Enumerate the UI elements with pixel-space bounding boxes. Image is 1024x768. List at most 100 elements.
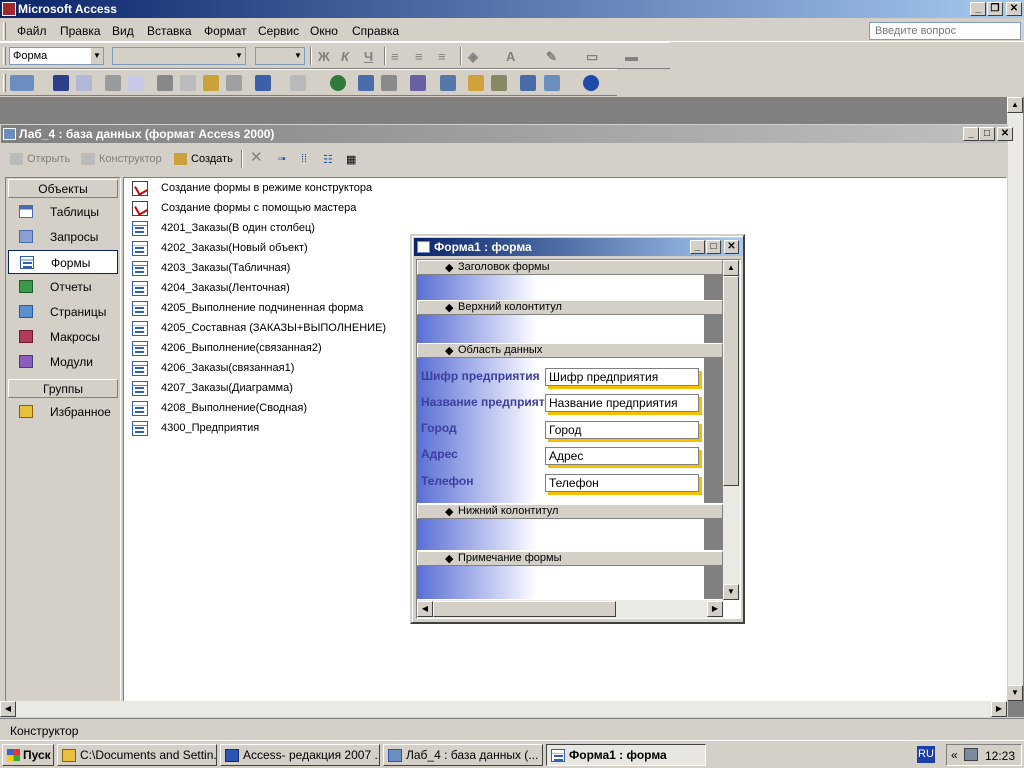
close-icon[interactable]: ✕ xyxy=(1006,2,1022,16)
open-button[interactable]: Открыть xyxy=(27,153,70,165)
font-color-icon[interactable]: A xyxy=(506,49,515,64)
field-control[interactable]: Шифр предприятия xyxy=(545,368,699,386)
nav-favorites[interactable]: Избранное xyxy=(8,400,118,424)
large-icons-icon[interactable]: ▫▪ xyxy=(278,153,286,165)
toolbar-grip[interactable] xyxy=(3,74,6,92)
chevron-down-icon[interactable]: ▼ xyxy=(233,48,245,64)
font-size-combo[interactable]: ▼ xyxy=(255,47,305,65)
chevron-down-icon[interactable]: ▼ xyxy=(292,48,304,64)
menu-insert[interactable]: Вставка xyxy=(147,24,192,38)
database-window-icon[interactable] xyxy=(520,75,536,91)
clock[interactable]: 12:23 xyxy=(985,749,1015,763)
toolbox-icon[interactable] xyxy=(381,75,397,91)
scroll-down-icon[interactable]: ▼ xyxy=(723,584,739,600)
font-combo[interactable]: ▼ xyxy=(112,47,246,65)
menu-format[interactable]: Формат xyxy=(204,24,247,38)
section-bar-page-header[interactable]: ◆ Верхний колонтитул xyxy=(417,300,723,315)
menu-grip[interactable] xyxy=(3,22,6,40)
create-button[interactable]: Создать xyxy=(191,153,233,165)
objects-group-header[interactable]: Объекты xyxy=(8,179,118,198)
scroll-thumb[interactable] xyxy=(433,601,616,617)
design-button[interactable]: Конструктор xyxy=(99,153,162,165)
hyperlink-icon[interactable] xyxy=(330,75,346,91)
app-title-bar[interactable]: Microsoft Access _ ❐ ✕ xyxy=(0,0,1024,18)
form-vertical-scrollbar[interactable]: ▲ ▼ xyxy=(723,260,740,600)
groups-group-header[interactable]: Группы xyxy=(8,379,118,398)
copy-icon[interactable] xyxy=(180,75,196,91)
section-page-footer[interactable] xyxy=(417,519,723,550)
menu-tools[interactable]: Сервис xyxy=(258,24,299,38)
chevron-down-icon[interactable]: ▼ xyxy=(91,48,103,64)
tray-expand-icon[interactable]: « xyxy=(951,748,958,762)
section-bar-detail[interactable]: ◆ Область данных xyxy=(417,343,723,358)
underline-icon[interactable]: Ч xyxy=(364,49,373,64)
scroll-right-icon[interactable]: ▶ xyxy=(991,701,1007,717)
section-bar-form-header[interactable]: ◆ Заголовок формы xyxy=(417,260,723,275)
section-form-header[interactable] xyxy=(417,275,723,300)
scroll-down-icon[interactable]: ▼ xyxy=(1007,685,1023,701)
nav-queries[interactable]: Запросы xyxy=(8,225,118,249)
language-indicator[interactable]: RU xyxy=(917,746,935,763)
main-vertical-scrollbar[interactable]: ▲ ▼ xyxy=(1007,97,1023,701)
field-label[interactable]: Город xyxy=(421,421,545,435)
field-label[interactable]: Название предприят xyxy=(421,395,545,409)
border-width-icon[interactable]: ▭ xyxy=(586,49,598,65)
italic-icon[interactable]: К xyxy=(341,49,349,64)
menu-edit[interactable]: Правка xyxy=(60,24,101,38)
close-icon[interactable]: ✕ xyxy=(724,240,739,254)
field-control[interactable]: Телефон xyxy=(545,474,699,492)
cut-icon[interactable] xyxy=(157,75,173,91)
menu-window[interactable]: Окно xyxy=(310,24,338,38)
properties-icon[interactable] xyxy=(468,75,484,91)
field-label[interactable]: Телефон xyxy=(421,474,545,488)
bold-icon[interactable]: Ж xyxy=(318,49,330,64)
ask-question-input[interactable]: Введите вопрос xyxy=(869,22,1021,40)
field-label[interactable]: Шифр предприятия xyxy=(421,369,545,383)
undo-icon[interactable] xyxy=(255,75,271,91)
nav-tables[interactable]: Таблицы xyxy=(8,200,118,224)
menu-view[interactable]: Вид xyxy=(112,24,134,38)
new-object-icon[interactable] xyxy=(544,75,560,91)
scroll-left-icon[interactable]: ◀ xyxy=(0,701,16,717)
fill-color-icon[interactable]: ◈ xyxy=(468,49,478,65)
code-icon[interactable] xyxy=(440,75,456,91)
autoformat-icon[interactable] xyxy=(410,75,426,91)
paste-icon[interactable] xyxy=(203,75,219,91)
field-control[interactable]: Адрес xyxy=(545,447,699,465)
maximize-icon[interactable]: □ xyxy=(979,127,995,141)
redo-icon[interactable] xyxy=(290,75,306,91)
file-search-icon[interactable] xyxy=(76,75,92,91)
menu-file[interactable]: Файл xyxy=(17,24,47,38)
print-icon[interactable] xyxy=(105,75,121,91)
nav-forms[interactable]: Формы xyxy=(8,250,118,274)
database-window-title-bar[interactable]: Лаб_4 : база данных (формат Access 2000)… xyxy=(1,125,1013,143)
maximize-icon[interactable]: □ xyxy=(706,240,721,254)
field-control[interactable]: Название предприятия xyxy=(545,394,699,412)
section-page-header[interactable] xyxy=(417,315,723,343)
close-icon[interactable]: ✕ xyxy=(997,127,1013,141)
form-window-title-bar[interactable]: Форма1 : форма _ □ ✕ xyxy=(414,238,743,256)
toolbar-grip[interactable] xyxy=(3,47,6,65)
task-database[interactable]: Лаб_4 : база данных (... xyxy=(383,744,543,766)
nav-modules[interactable]: Модули xyxy=(8,350,118,374)
form-horizontal-scrollbar[interactable]: ◀ ▶ xyxy=(417,600,723,618)
section-bar-form-footer[interactable]: ◆ Примечание формы xyxy=(417,551,723,566)
scroll-thumb[interactable] xyxy=(723,276,739,486)
details-view-icon[interactable]: ▦ xyxy=(346,153,356,166)
list-view-icon[interactable]: ☷ xyxy=(323,153,333,166)
special-effect-icon[interactable]: ▬ xyxy=(625,49,638,64)
print-preview-icon[interactable] xyxy=(128,75,144,91)
align-left-icon[interactable]: ≡ xyxy=(391,49,399,64)
start-button[interactable]: Пуск xyxy=(2,744,54,766)
nav-reports[interactable]: Отчеты xyxy=(8,275,118,299)
network-icon[interactable] xyxy=(964,748,978,761)
main-horizontal-scrollbar[interactable]: ◀ ▶ xyxy=(0,701,1007,717)
help-icon[interactable] xyxy=(583,75,599,91)
minimize-icon[interactable]: _ xyxy=(690,240,705,254)
field-list-icon[interactable] xyxy=(358,75,374,91)
scroll-up-icon[interactable]: ▲ xyxy=(1007,97,1023,113)
task-explorer[interactable]: C:\Documents and Settin... xyxy=(57,744,217,766)
task-form[interactable]: Форма1 : форма xyxy=(546,744,706,766)
view-icon[interactable] xyxy=(10,75,34,91)
section-bar-page-footer[interactable]: ◆ Нижний колонтитул xyxy=(417,504,723,519)
